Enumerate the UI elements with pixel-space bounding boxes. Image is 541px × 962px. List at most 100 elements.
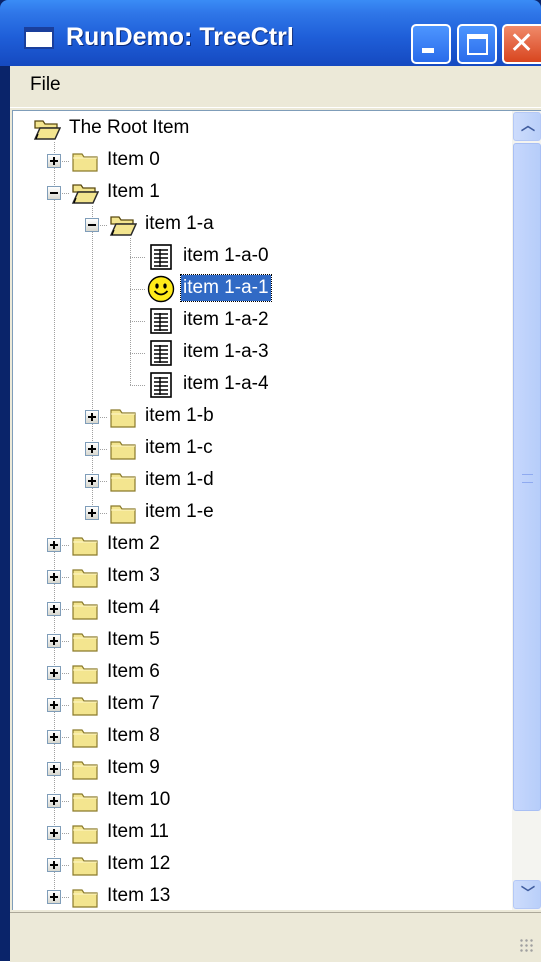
tree-item-label: The Root Item	[69, 117, 190, 138]
chevron-up-icon: ︿	[521, 118, 535, 134]
client-area: File The Root Item Item 0 Item 1 item 1-a it…	[10, 66, 541, 962]
tree-item-label: item 1-a-3	[183, 341, 269, 362]
expand-icon[interactable]	[47, 634, 61, 648]
folder-icon	[109, 403, 137, 431]
folder-icon	[71, 755, 99, 783]
folder-icon	[71, 691, 99, 719]
maximize-icon	[467, 34, 488, 55]
tree-item-label: Item 4	[107, 597, 160, 618]
document-icon	[147, 371, 175, 399]
tree-item[interactable]: Item 9	[13, 753, 503, 785]
tree-item-label: Item 6	[107, 661, 160, 682]
scroll-down-button[interactable]: ﹀	[513, 880, 541, 909]
expand-icon[interactable]	[47, 602, 61, 616]
tree-item[interactable]: Item 0	[13, 145, 503, 177]
expand-icon[interactable]	[47, 538, 61, 552]
tree-item[interactable]: Item 13	[13, 881, 503, 910]
tree-item-label: Item 7	[107, 693, 160, 714]
tree-item[interactable]: item 1-a-1	[13, 273, 503, 305]
expand-icon[interactable]	[85, 474, 99, 488]
tree-item-label: Item 10	[107, 789, 171, 810]
expand-icon[interactable]	[47, 570, 61, 584]
tree-item-label: item 1-a-0	[183, 245, 269, 266]
expand-icon[interactable]	[85, 442, 99, 456]
expand-icon[interactable]	[85, 410, 99, 424]
folder-icon	[71, 851, 99, 879]
menu-file[interactable]: File	[30, 74, 61, 96]
expand-icon[interactable]	[47, 826, 61, 840]
tree-item-label: Item 13	[107, 885, 171, 906]
collapse-icon[interactable]	[47, 186, 61, 200]
menu-bar: File	[10, 66, 541, 108]
expand-icon[interactable]	[85, 506, 99, 520]
folder-open-icon	[109, 211, 138, 239]
tree-item-label: Item 0	[107, 149, 160, 170]
tree-item[interactable]: item 1-d	[13, 465, 503, 497]
minimize-button[interactable]	[411, 24, 451, 64]
tree-item-label: Item 5	[107, 629, 160, 650]
tree-item-label: Item 3	[107, 565, 160, 586]
close-icon: ✕	[509, 26, 535, 61]
folder-icon	[71, 147, 99, 175]
tree-item[interactable]: Item 7	[13, 689, 503, 721]
tree-item[interactable]: item 1-a-2	[13, 305, 503, 337]
tree-item[interactable]: Item 4	[13, 593, 503, 625]
tree-item[interactable]: item 1-b	[13, 401, 503, 433]
tree-item-label: item 1-d	[145, 469, 214, 490]
folder-icon	[109, 467, 137, 495]
folder-icon	[71, 819, 99, 847]
folder-icon	[109, 435, 137, 463]
tree-item[interactable]: Item 1	[13, 177, 503, 209]
folder-open-icon	[71, 179, 100, 207]
collapse-icon[interactable]	[85, 218, 99, 232]
tree-item-label: Item 11	[107, 821, 169, 842]
tree-item-label: item 1-b	[145, 405, 214, 426]
folder-icon	[71, 787, 99, 815]
document-icon	[147, 243, 175, 271]
document-icon	[147, 339, 175, 367]
tree-item[interactable]: Item 8	[13, 721, 503, 753]
expand-icon[interactable]	[47, 666, 61, 680]
tree-item[interactable]: Item 2	[13, 529, 503, 561]
tree-item[interactable]: item 1-a-4	[13, 369, 503, 401]
tree-item[interactable]: The Root Item	[13, 113, 503, 145]
resize-grip-icon[interactable]	[519, 938, 535, 954]
scroll-thumb[interactable]	[513, 143, 541, 811]
tree-control[interactable]: The Root Item Item 0 Item 1 item 1-a item 1-…	[12, 110, 541, 910]
tree-item[interactable]: item 1-a-0	[13, 241, 503, 273]
expand-icon[interactable]	[47, 154, 61, 168]
tree-item[interactable]: item 1-a	[13, 209, 503, 241]
document-icon	[147, 307, 175, 335]
tree-item[interactable]: item 1-a-3	[13, 337, 503, 369]
tree-item[interactable]: item 1-c	[13, 433, 503, 465]
expand-icon[interactable]	[47, 794, 61, 808]
tree-item-label: item 1-c	[145, 437, 213, 458]
scroll-up-button[interactable]: ︿	[513, 112, 541, 141]
title-bar[interactable]: RunDemo: TreeCtrl ✕	[0, 0, 541, 66]
tree-item[interactable]: Item 5	[13, 625, 503, 657]
smiley-icon	[147, 275, 175, 303]
expand-icon[interactable]	[47, 762, 61, 776]
tree-item[interactable]: Item 11	[13, 817, 503, 849]
tree-item[interactable]: Item 12	[13, 849, 503, 881]
tree-item[interactable]: Item 6	[13, 657, 503, 689]
folder-icon	[71, 723, 99, 751]
tree-item[interactable]: Item 3	[13, 561, 503, 593]
close-button[interactable]: ✕	[502, 24, 541, 64]
tree-item[interactable]: item 1-e	[13, 497, 503, 529]
expand-icon[interactable]	[47, 698, 61, 712]
expand-icon[interactable]	[47, 730, 61, 744]
app-window: RunDemo: TreeCtrl ✕ File The Root Item It…	[0, 0, 541, 962]
expand-icon[interactable]	[47, 890, 61, 904]
tree-item-label: item 1-a-2	[183, 309, 269, 330]
folder-icon	[109, 499, 137, 527]
tree-item-label: Item 12	[107, 853, 171, 874]
maximize-button[interactable]	[457, 24, 497, 64]
window-icon[interactable]	[24, 27, 54, 49]
vertical-scrollbar[interactable]: ︿ ﹀	[512, 111, 541, 910]
expand-icon[interactable]	[47, 858, 61, 872]
minimize-icon	[422, 48, 434, 53]
folder-icon	[71, 659, 99, 687]
tree-item[interactable]: Item 10	[13, 785, 503, 817]
folder-icon	[71, 595, 99, 623]
